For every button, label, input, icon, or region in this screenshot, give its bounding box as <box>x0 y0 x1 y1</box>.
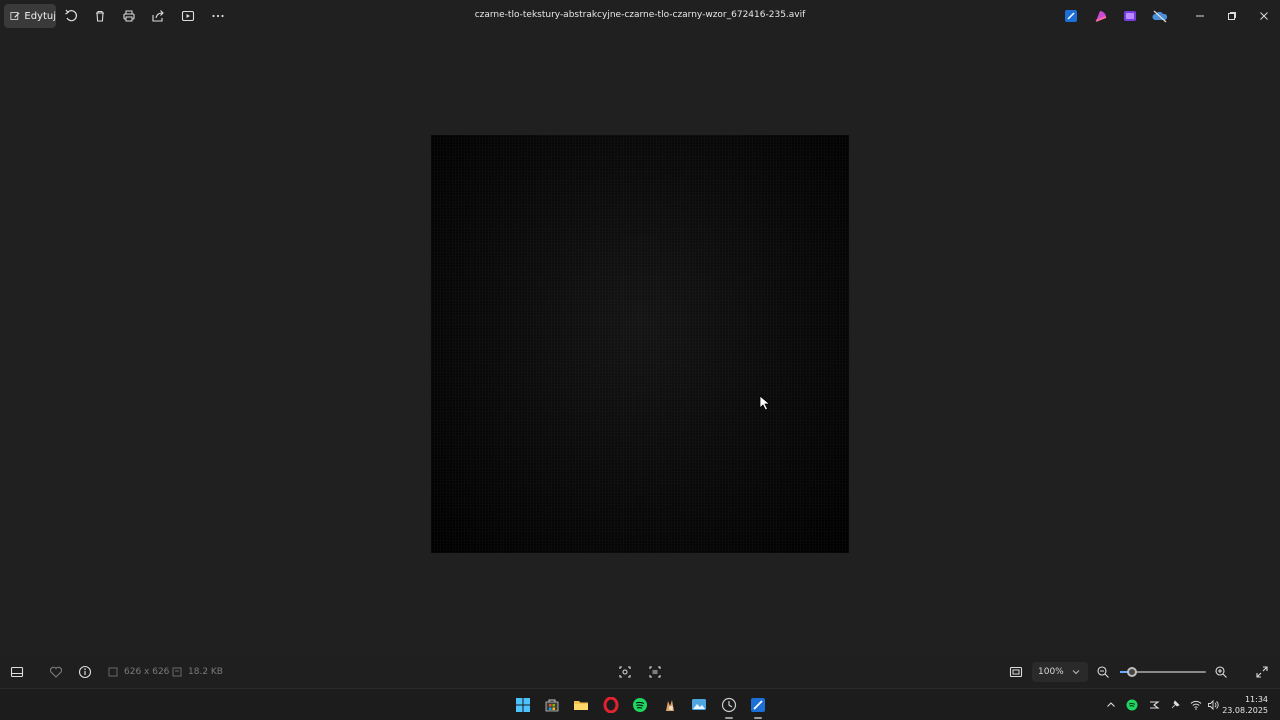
dimensions-info: 626 x 626 <box>108 664 169 680</box>
info-icon[interactable] <box>78 664 92 680</box>
fit-to-window-icon[interactable] <box>1009 664 1023 680</box>
close-icon[interactable] <box>1256 8 1272 24</box>
volume-icon[interactable] <box>1206 698 1220 712</box>
zoom-slider-thumb[interactable] <box>1127 667 1138 677</box>
pin-tray-icon[interactable] <box>1168 698 1182 712</box>
wifi-icon[interactable] <box>1189 698 1203 712</box>
app-tray-icon[interactable] <box>1147 698 1161 712</box>
opera-icon[interactable] <box>602 696 620 714</box>
visual-search-icon[interactable] <box>648 664 662 680</box>
minimize-icon[interactable] <box>1192 8 1208 24</box>
store-icon[interactable] <box>543 696 561 714</box>
crop-icon[interactable] <box>618 664 632 680</box>
clipchamp-icon[interactable] <box>1093 8 1109 24</box>
app-icon[interactable] <box>661 696 679 714</box>
image-dimensions: 626 x 626 <box>124 667 170 677</box>
zoom-out-icon[interactable] <box>1096 664 1110 680</box>
dimensions-icon <box>108 667 118 677</box>
clock-app-icon[interactable] <box>720 696 738 714</box>
video-editor-icon[interactable] <box>1122 8 1138 24</box>
zoom-in-icon[interactable] <box>1214 664 1228 680</box>
clock-time: 11:34 <box>1244 695 1268 704</box>
zoom-value: 100% <box>1038 667 1064 677</box>
designer-icon[interactable] <box>1063 8 1079 24</box>
designer-app-icon[interactable] <box>749 696 767 714</box>
mouse-cursor-icon <box>759 395 771 415</box>
system-clock[interactable]: 11:34 23.08.2025 <box>1222 694 1268 716</box>
clock-date: 23.08.2025 <box>1222 706 1268 715</box>
file-size: 18.2 KB <box>188 667 223 677</box>
favorite-icon[interactable] <box>49 664 63 680</box>
chevron-down-icon <box>1072 670 1080 675</box>
active-app-indicator <box>725 717 733 719</box>
windows-start-icon[interactable] <box>514 696 532 714</box>
image-canvas[interactable] <box>431 135 849 553</box>
fullscreen-icon[interactable] <box>1255 664 1269 680</box>
filmstrip-toggle-icon[interactable] <box>10 664 24 680</box>
file-size-info: 18.2 KB <box>172 664 223 680</box>
chevron-up-icon[interactable] <box>1104 698 1118 712</box>
spotify-icon[interactable] <box>631 696 649 714</box>
title-bar: Edytuj czarne-tlo-tekstury-abstrakcyjne-… <box>0 0 1280 32</box>
zoom-slider[interactable] <box>1120 667 1206 677</box>
onedrive-icon[interactable] <box>1152 8 1168 24</box>
zoom-dropdown[interactable]: 100% <box>1032 662 1088 682</box>
running-app-indicator <box>754 717 762 719</box>
restore-icon[interactable] <box>1224 8 1240 24</box>
window-title: czarne-tlo-tekstury-abstrakcyjne-czarne-… <box>474 10 806 20</box>
file-explorer-icon[interactable] <box>572 696 590 714</box>
photos-icon[interactable] <box>690 696 708 714</box>
status-bar: 626 x 626 18.2 KB 100% <box>0 656 1280 688</box>
file-size-icon <box>172 667 182 677</box>
spotify-tray-icon[interactable] <box>1125 698 1139 712</box>
taskbar: 11:34 23.08.2025 <box>0 688 1280 720</box>
